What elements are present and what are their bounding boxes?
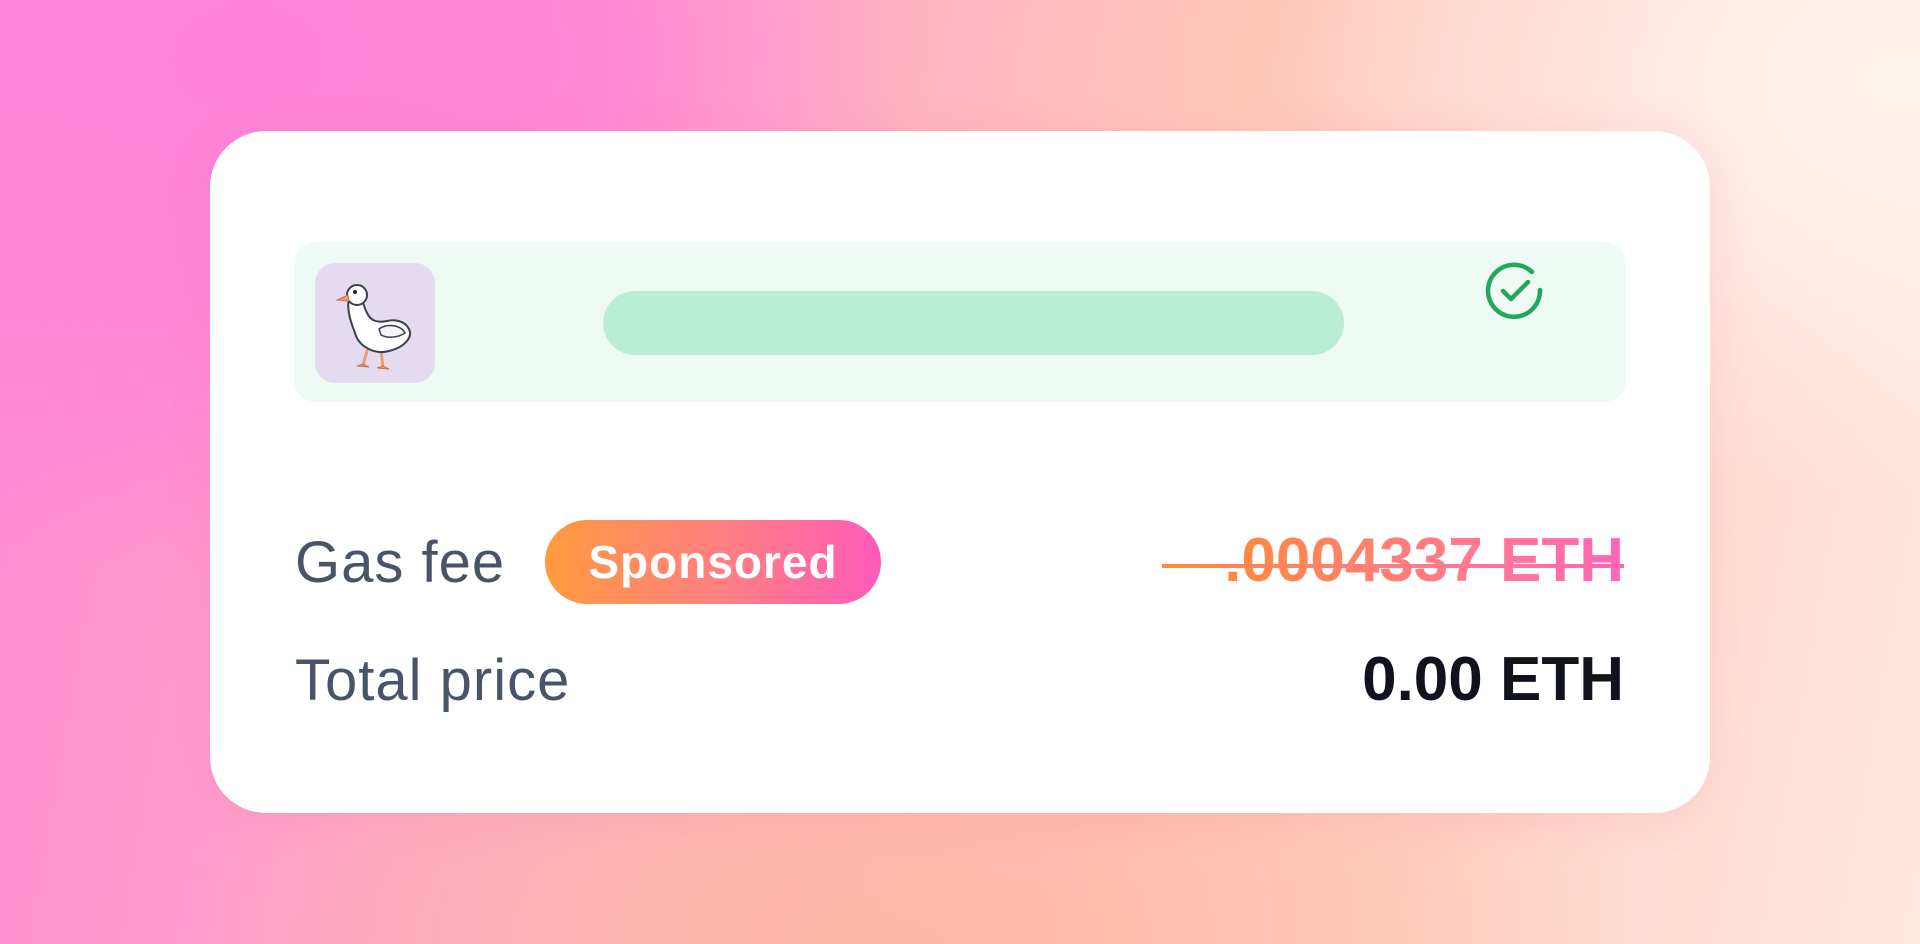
goose-icon: [315, 263, 435, 383]
strikethrough-line: [1162, 564, 1624, 568]
sponsored-badge: Sponsored: [545, 520, 881, 604]
check-circle-icon: [1485, 262, 1543, 320]
item-title-skeleton: [603, 291, 1344, 355]
total-price-value: 0.00 ETH: [1362, 645, 1624, 714]
nft-item-row: [294, 242, 1626, 402]
total-price-label: Total price: [295, 648, 571, 713]
gas-fee-label: Gas fee: [295, 530, 506, 595]
price-summary-card: Gas fee Sponsored .0004337 ETH Total pri…: [210, 131, 1710, 813]
original-gas-fee-value: .0004337 ETH: [1224, 526, 1624, 595]
